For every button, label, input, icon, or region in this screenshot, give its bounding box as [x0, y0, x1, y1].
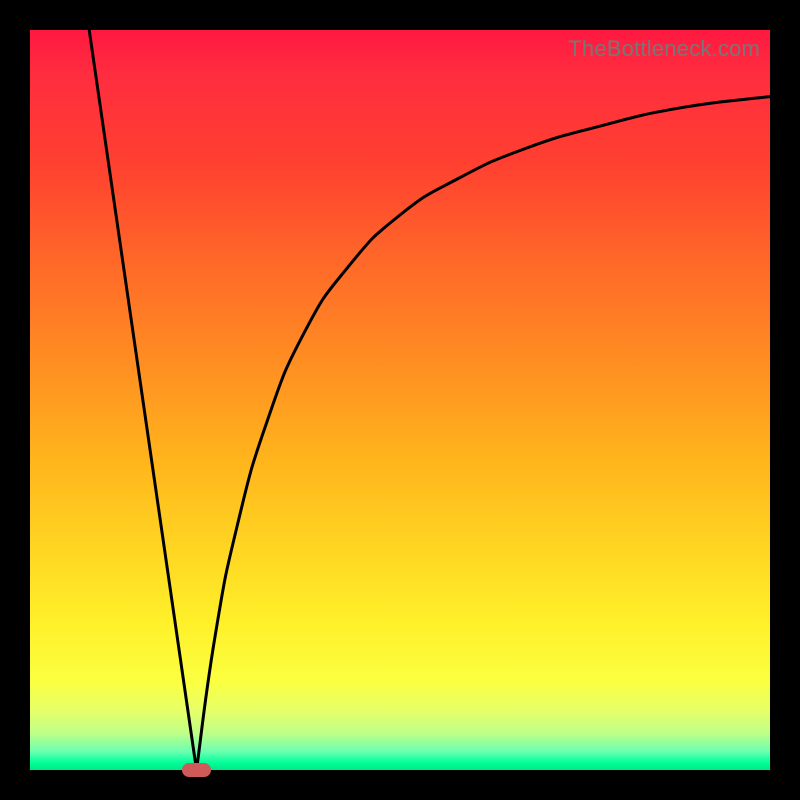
- curve-svg: [30, 30, 770, 770]
- curve-path: [89, 30, 770, 770]
- chart-frame: TheBottleneck.com: [0, 0, 800, 800]
- optimal-marker: [182, 763, 210, 777]
- plot-area: TheBottleneck.com: [30, 30, 770, 770]
